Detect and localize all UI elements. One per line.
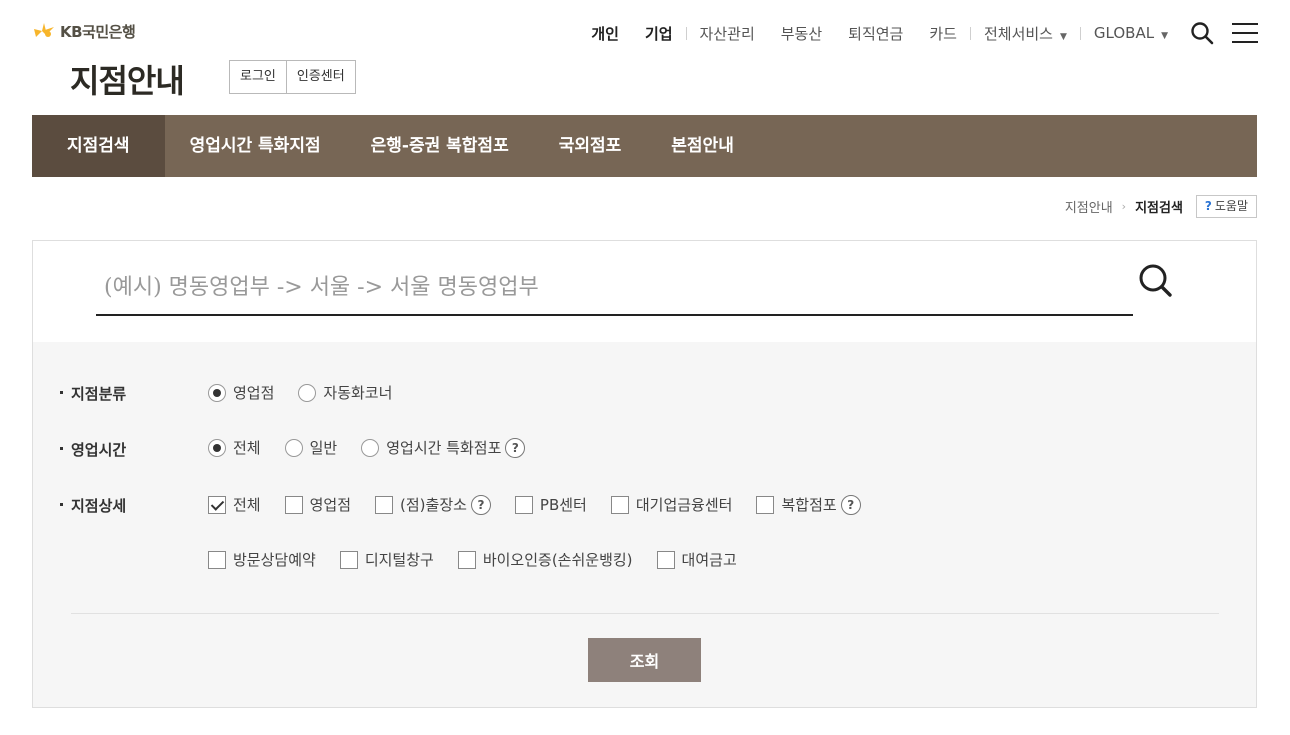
option-label: (점)출장소	[400, 496, 467, 514]
radio-branch-office[interactable]: 영업점	[208, 382, 274, 403]
nav-card[interactable]: 카드	[916, 23, 970, 44]
option-label: 영업점	[309, 496, 352, 514]
breadcrumb: 지점안내 › 지점검색 ? 도움말	[1065, 195, 1257, 218]
tab-overseas[interactable]: 국외점포	[534, 115, 647, 177]
checkbox-detail-bio[interactable]: 바이오인증(손쉬운뱅킹)	[457, 549, 633, 570]
radio-atm-corner[interactable]: 자동화코너	[298, 382, 392, 403]
breadcrumb-current: 지점검색	[1135, 201, 1183, 216]
option-label: 바이오인증(손쉬운뱅킹)	[482, 551, 633, 569]
kb-star-icon	[34, 23, 54, 37]
checkbox-checked-icon	[208, 495, 226, 514]
option-label: 자동화코너	[323, 384, 393, 402]
caret-down-icon: ▼	[1161, 31, 1168, 41]
branch-type-label: 지점분류	[59, 385, 127, 403]
tab-special-hours[interactable]: 영업시간 특화지점	[165, 115, 346, 177]
help-button[interactable]: ? 도움말	[1195, 195, 1257, 218]
hours-label: 영업시간	[59, 441, 127, 459]
checkbox-detail-outpost[interactable]: (점)출장소?	[375, 494, 491, 515]
caret-down-icon: ▼	[1059, 31, 1067, 42]
checkbox-detail-all[interactable]: 전체	[208, 494, 261, 515]
nav-global[interactable]: GLOBAL ▼	[1081, 24, 1181, 42]
checkbox-detail-corporate[interactable]: 대기업금융센터	[610, 494, 733, 515]
option-label: 대기업금융센터	[635, 496, 733, 514]
nav-pension[interactable]: 퇴직연금	[835, 23, 916, 44]
option-label: 전체	[233, 496, 261, 514]
cert-center-button[interactable]: 인증센터	[285, 61, 355, 93]
checkbox-detail-branch[interactable]: 영업점	[284, 494, 352, 515]
checkbox-unchecked-icon	[375, 495, 394, 514]
help-mark: ?	[1204, 199, 1212, 213]
checkbox-detail-safebox[interactable]: 대여금고	[656, 549, 737, 570]
login-button[interactable]: 로그인	[230, 61, 286, 93]
radio-unchecked-icon	[284, 438, 303, 457]
hours-options: 전체 일반 영업시간 특화점포?	[208, 437, 549, 458]
checkbox-detail-reservation[interactable]: 방문상담예약	[208, 549, 316, 570]
option-label: PB센터	[539, 496, 587, 514]
filter-area: 지점분류 영업점 자동화코너 영업시간 전체 일반 영업시간 특화점포? 지점상…	[33, 342, 1256, 707]
checkbox-unchecked-icon	[514, 495, 533, 514]
help-label: 도움말	[1214, 199, 1248, 213]
radio-checked-icon	[208, 438, 226, 457]
global-nav: 개인 기업 자산관리 부동산 퇴직연금 카드 전체서비스 ▼ GLOBAL ▼	[578, 21, 1258, 45]
radio-hours-all[interactable]: 전체	[208, 437, 261, 458]
page-title: 지점안내	[70, 62, 185, 100]
query-button[interactable]: 조회	[588, 638, 701, 682]
search-icon[interactable]	[1190, 21, 1214, 45]
nav-all-services-label: 전체서비스	[983, 24, 1053, 43]
checkbox-unchecked-icon	[339, 550, 358, 569]
tab-bar: 지점검색 영업시간 특화지점 은행-증권 복합점포 국외점포 본점안내	[32, 115, 1257, 177]
detail-label: 지점상세	[59, 497, 127, 515]
nav-realestate[interactable]: 부동산	[768, 23, 835, 44]
logo-text: KB국민은행	[60, 22, 136, 41]
option-label: 디지털창구	[364, 551, 434, 569]
checkbox-unchecked-icon	[610, 495, 629, 514]
radio-checked-icon	[208, 383, 226, 402]
kb-logo[interactable]: KB국민은행	[32, 20, 136, 42]
option-label: 전체	[233, 439, 261, 457]
nav-business[interactable]: 기업	[632, 23, 686, 44]
search-panel: 지점분류 영업점 자동화코너 영업시간 전체 일반 영업시간 특화점포? 지점상…	[32, 240, 1257, 708]
tab-head-office[interactable]: 본점안내	[646, 115, 759, 177]
nav-global-label: GLOBAL	[1093, 24, 1155, 42]
nav-personal[interactable]: 개인	[578, 23, 632, 44]
nav-asset[interactable]: 자산관리	[687, 23, 768, 44]
option-label: 영업시간 특화점포	[386, 439, 502, 457]
option-label: 영업점	[233, 384, 275, 402]
radio-unchecked-icon	[298, 383, 317, 402]
checkbox-detail-pb[interactable]: PB센터	[514, 494, 587, 515]
nav-all-services[interactable]: 전체서비스 ▼	[971, 23, 1080, 44]
option-label: 대여금고	[681, 551, 737, 569]
help-question-icon[interactable]: ?	[470, 494, 491, 515]
radio-hours-normal[interactable]: 일반	[284, 437, 338, 458]
search-icon[interactable]	[1135, 260, 1175, 300]
checkbox-unchecked-icon	[756, 495, 775, 514]
checkbox-detail-digital[interactable]: 디지털창구	[339, 549, 434, 570]
tab-bank-securities[interactable]: 은행-증권 복합점포	[346, 115, 534, 177]
chevron-right-icon: ›	[1121, 200, 1127, 213]
option-label: 복합점포	[781, 496, 837, 514]
detail-options-row1: 전체 영업점 (점)출장소? PB센터 대기업금융센터 복합점포?	[208, 494, 885, 515]
checkbox-unchecked-icon	[457, 550, 476, 569]
checkbox-unchecked-icon	[284, 495, 303, 514]
checkbox-detail-complex[interactable]: 복합점포?	[756, 494, 861, 515]
divider	[71, 613, 1219, 614]
search-area	[33, 241, 1256, 342]
option-label: 일반	[309, 439, 338, 457]
tab-branch-search[interactable]: 지점검색	[32, 115, 165, 177]
breadcrumb-parent[interactable]: 지점안내	[1065, 197, 1113, 216]
option-label: 방문상담예약	[233, 551, 316, 569]
detail-options-row2: 방문상담예약 디지털창구 바이오인증(손쉬운뱅킹) 대여금고	[208, 549, 761, 570]
radio-unchecked-icon	[361, 438, 380, 457]
help-question-icon[interactable]: ?	[505, 437, 526, 458]
branch-search-input[interactable]	[96, 269, 1133, 316]
help-question-icon[interactable]: ?	[840, 494, 861, 515]
checkbox-unchecked-icon	[208, 550, 226, 569]
checkbox-unchecked-icon	[656, 550, 675, 569]
radio-hours-special[interactable]: 영업시간 특화점포?	[361, 437, 526, 458]
hamburger-menu-icon[interactable]	[1232, 23, 1258, 43]
branch-type-options: 영업점 자동화코너	[208, 382, 416, 403]
login-group: 로그인 인증센터	[229, 60, 356, 94]
